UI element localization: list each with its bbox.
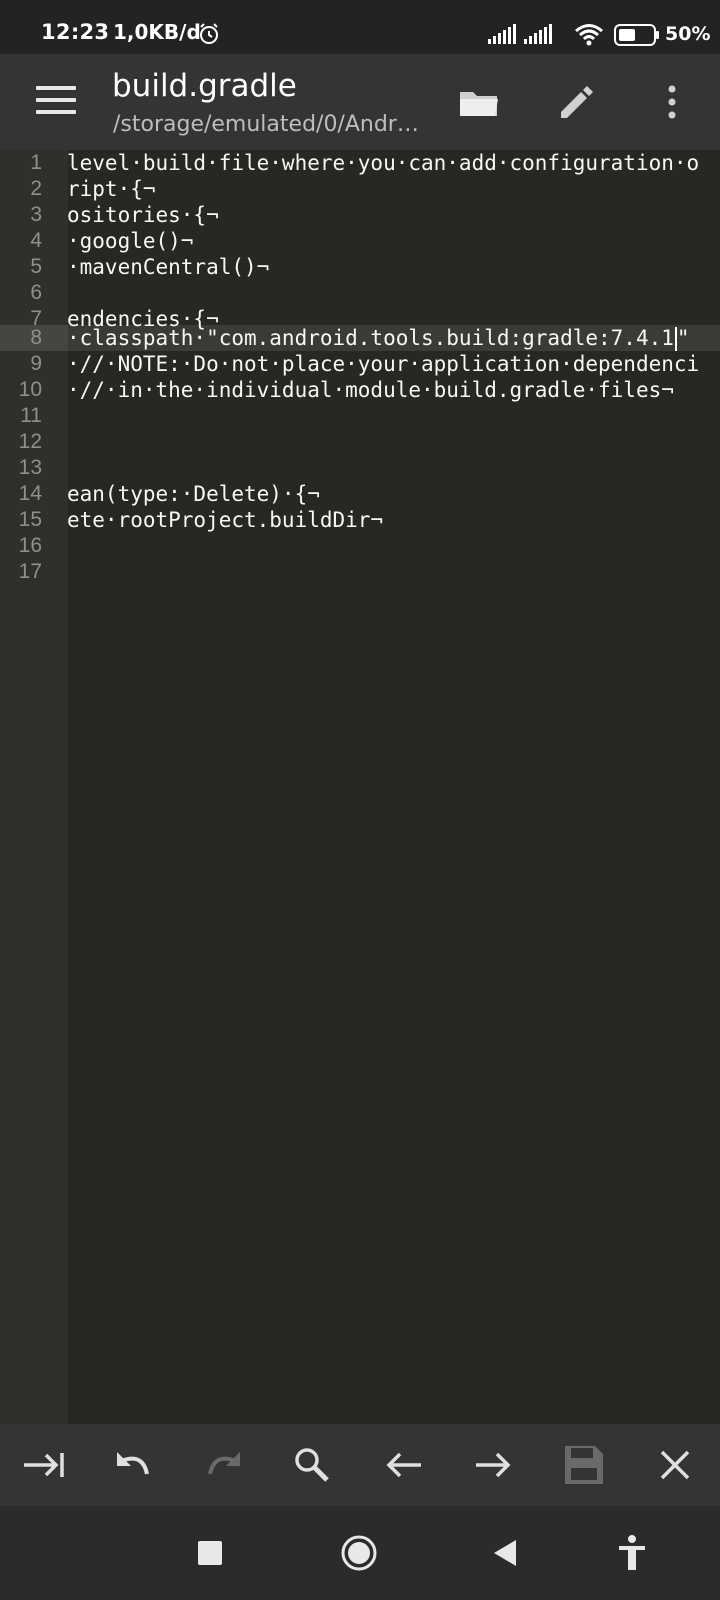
arrow-right-icon[interactable] — [470, 1442, 516, 1488]
signal-icon — [488, 24, 516, 44]
arrow-left-icon[interactable] — [381, 1442, 427, 1488]
code-editor[interactable]: 1 level·build·file·where·you·can·add·conf… — [0, 150, 720, 1424]
tab-icon[interactable] — [20, 1442, 66, 1488]
code-line[interactable]: 10 ·//·in·the·individual·module·build.gra… — [0, 377, 720, 403]
battery-percent: 50% — [665, 23, 711, 45]
code-line[interactable]: 3 ositories·{¬ — [0, 202, 720, 228]
code-line-current[interactable]: 8 ·classpath·"com.android.tools.build:gra… — [0, 325, 720, 351]
network-speed: 1,0KB/d — [113, 20, 201, 44]
code-line[interactable]: 5 ·mavenCentral()¬ — [0, 254, 720, 280]
status-time: 12:23 — [41, 20, 110, 44]
code-line[interactable]: 13 — [0, 455, 720, 481]
folder-icon[interactable] — [457, 80, 501, 124]
code-line[interactable]: 1 level·build·file·where·you·can·add·conf… — [0, 150, 720, 176]
code-line[interactable]: 6 — [0, 280, 720, 306]
accessibility-icon[interactable] — [611, 1532, 653, 1574]
save-icon[interactable] — [561, 1442, 607, 1488]
app-bar: build.gradle /storage/emulated/0/Andr… — [0, 54, 720, 150]
code-line[interactable]: 4 ·google()¬ — [0, 228, 720, 254]
recents-icon[interactable] — [189, 1532, 231, 1574]
system-nav-bar — [0, 1506, 720, 1600]
editor-toolbar — [0, 1424, 720, 1506]
signal-icon-2 — [524, 24, 552, 44]
code-line[interactable]: 12 — [0, 429, 720, 455]
edit-icon[interactable] — [553, 80, 597, 124]
status-bar: 12:23 1,0KB/d 50% — [0, 0, 720, 54]
code-line[interactable]: 17 — [0, 559, 720, 585]
search-icon[interactable] — [289, 1442, 335, 1488]
code-line[interactable]: 16 — [0, 533, 720, 559]
redo-icon[interactable] — [200, 1442, 246, 1488]
wifi-icon — [575, 24, 603, 46]
file-path: /storage/emulated/0/Andr… — [113, 112, 419, 137]
code-line[interactable]: 11 — [0, 403, 720, 429]
code-line[interactable]: 9 ·//·NOTE:·Do·not·place·your·application… — [0, 351, 720, 377]
code-line[interactable]: 2 ript·{¬ — [0, 176, 720, 202]
code-line[interactable]: 15 ete·rootProject.buildDir¬ — [0, 507, 720, 533]
close-icon[interactable] — [652, 1442, 698, 1488]
file-title: build.gradle — [112, 68, 297, 104]
home-icon[interactable] — [338, 1532, 380, 1574]
back-icon[interactable] — [486, 1532, 528, 1574]
more-options-icon[interactable] — [650, 80, 694, 124]
battery-icon — [614, 24, 659, 46]
undo-icon[interactable] — [111, 1442, 157, 1488]
menu-icon[interactable] — [36, 86, 76, 116]
code-line[interactable]: 14 ean(type:·Delete)·{¬ — [0, 481, 720, 507]
alarm-icon — [200, 23, 218, 44]
